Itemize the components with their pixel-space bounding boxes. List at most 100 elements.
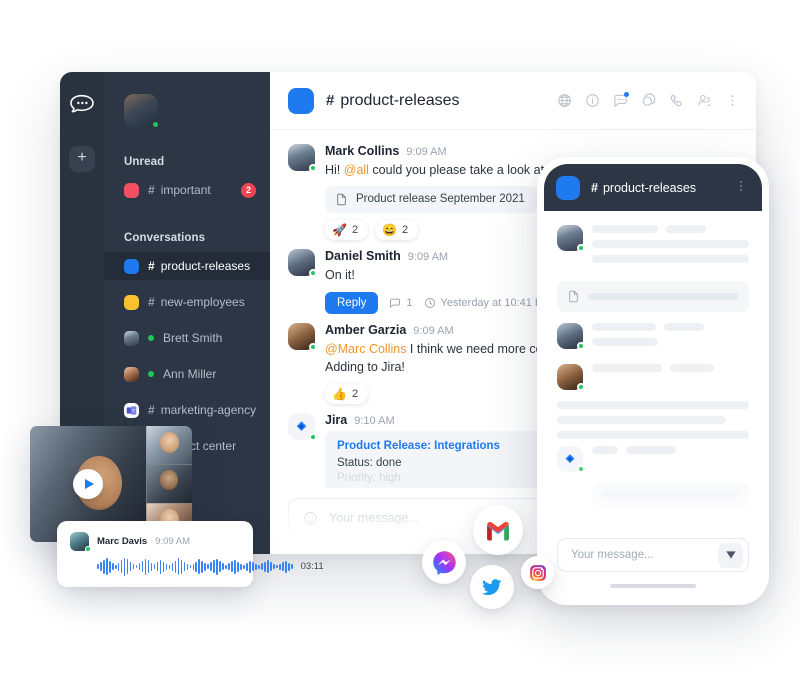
waveform-bar — [123, 557, 126, 576]
channel-name: product-releases — [340, 91, 460, 109]
message-timestamp: 9:10 AM — [354, 415, 395, 427]
waveform-bar — [168, 564, 171, 569]
sidebar-item-new-employees[interactable]: # new-employees — [104, 288, 270, 316]
message-input[interactable]: Your message... — [329, 511, 419, 525]
skeleton-bar — [666, 225, 706, 233]
waveform-bar — [261, 563, 263, 570]
list-item — [557, 323, 749, 353]
message-timestamp: 9:09 AM — [406, 146, 447, 158]
message-attachment[interactable]: Product release September 2021 — [325, 185, 539, 213]
reaction-emoji: 😄 — [382, 222, 398, 237]
waveform-bar — [183, 562, 186, 571]
waveform-bar — [243, 564, 245, 569]
gmail-icon[interactable] — [473, 505, 523, 555]
sidebar-item-important[interactable]: # important 2 — [104, 176, 270, 204]
presence-dot — [151, 120, 160, 129]
waveform-bar — [198, 559, 201, 574]
avatar[interactable] — [288, 322, 317, 351]
play-triangle — [85, 479, 94, 489]
screenshot-canvas: + Unread # important 2 Conversations # p… — [0, 0, 800, 682]
mention-all[interactable]: @all — [344, 163, 369, 177]
globe-icon[interactable] — [557, 93, 572, 108]
reaction-count: 2 — [351, 388, 359, 400]
kebab-menu-icon[interactable] — [725, 93, 740, 108]
list-item — [557, 225, 749, 270]
sidebar-item-product-releases[interactable]: # product-releases — [104, 252, 270, 280]
waveform-bar — [189, 565, 192, 568]
reaction-chip[interactable]: 😄 2 — [375, 219, 419, 240]
reply-button[interactable]: Reply — [325, 291, 379, 314]
presence-dot — [148, 335, 154, 341]
avatar[interactable] — [288, 413, 317, 441]
sidebar-item-label: new-employees — [160, 295, 245, 309]
members-icon[interactable] — [697, 93, 712, 108]
sidebar-item-label: Brett Smith — [163, 331, 223, 345]
discussion-icon[interactable] — [613, 92, 629, 108]
phone-chat-header: # product-releases — [544, 164, 762, 211]
message-author: Amber Garzia — [325, 322, 407, 337]
attachment-name: Product release September 2021 — [356, 193, 525, 206]
list-item — [557, 364, 749, 391]
waveform-bar — [180, 559, 183, 574]
hash-icon: # — [326, 92, 335, 109]
smiley-icon[interactable] — [303, 511, 318, 526]
sidebar-item-marketing-agency[interactable]: T # marketing-agency — [104, 396, 270, 424]
avatar — [70, 531, 91, 552]
phone-message-input[interactable]: Your message... — [571, 549, 654, 561]
sidebar-item-ann-miller[interactable]: Ann Miller — [104, 360, 270, 388]
waveform-bar — [240, 563, 242, 570]
waveform-bar — [249, 560, 251, 573]
reply-count-meta[interactable]: 1 — [389, 297, 413, 309]
channel-color-swatch — [124, 294, 139, 310]
voice-message-body: 03:11 — [70, 557, 324, 577]
waveform-bar — [147, 560, 150, 573]
avatar[interactable] — [288, 144, 317, 172]
skeleton-bar — [557, 401, 749, 409]
sidebar-section-unread: Unread — [124, 156, 165, 168]
phone-message-composer[interactable]: Your message... — [557, 538, 749, 572]
avatar — [557, 225, 585, 252]
sidebar-item-brett-smith[interactable]: Brett Smith — [104, 324, 270, 352]
kebab-menu-icon[interactable] — [734, 179, 748, 196]
messenger-icon[interactable] — [422, 540, 466, 584]
phone-icon[interactable] — [669, 93, 684, 108]
rocket-chat-logo-icon[interactable] — [69, 92, 95, 114]
waveform-bar — [201, 560, 204, 573]
waveform-bar — [231, 561, 233, 572]
skeleton-bar — [664, 323, 704, 331]
voice-message-card[interactable]: Marc Davis 9:09 AM 03:11 — [57, 521, 324, 587]
participant-face — [160, 470, 178, 490]
message-text-after: I think we need more con — [406, 341, 550, 356]
reaction-chip[interactable]: 👍 2 — [325, 384, 369, 404]
instagram-icon[interactable] — [521, 556, 554, 589]
skeleton-bar — [592, 255, 749, 263]
waveform[interactable] — [97, 557, 293, 577]
avatar[interactable] — [288, 248, 317, 277]
chat-header: # product-releases — [270, 72, 756, 130]
page-title: # product-releases — [326, 92, 460, 110]
waveform-bar — [264, 561, 266, 572]
avatar[interactable] — [124, 94, 160, 129]
waveform-bar — [222, 563, 224, 570]
waveform-bar — [111, 563, 114, 570]
skeleton-bar — [602, 492, 739, 499]
phone-message-list — [544, 211, 762, 538]
message-text-before: Hi! — [325, 163, 344, 177]
skeleton-bar — [592, 364, 662, 372]
avatar — [557, 323, 585, 350]
twitter-icon[interactable] — [470, 565, 514, 609]
waveform-bar — [135, 565, 138, 568]
info-icon[interactable] — [585, 93, 600, 108]
send-icon[interactable] — [718, 542, 743, 568]
waveform-bar — [288, 562, 290, 571]
skeleton-bar — [592, 323, 656, 331]
hash-icon: # — [148, 183, 155, 197]
threads-icon[interactable] — [641, 93, 656, 108]
mention-user[interactable]: @Marc Collins — [325, 342, 406, 356]
voice-message-timestamp: 9:09 AM — [155, 535, 191, 547]
waveform-bar — [120, 560, 123, 573]
add-button[interactable]: + — [69, 146, 95, 172]
reaction-chip[interactable]: 🚀 2 — [325, 219, 369, 240]
message-header: Mark Collins 9:09 AM — [325, 144, 738, 158]
play-icon[interactable] — [73, 469, 103, 499]
